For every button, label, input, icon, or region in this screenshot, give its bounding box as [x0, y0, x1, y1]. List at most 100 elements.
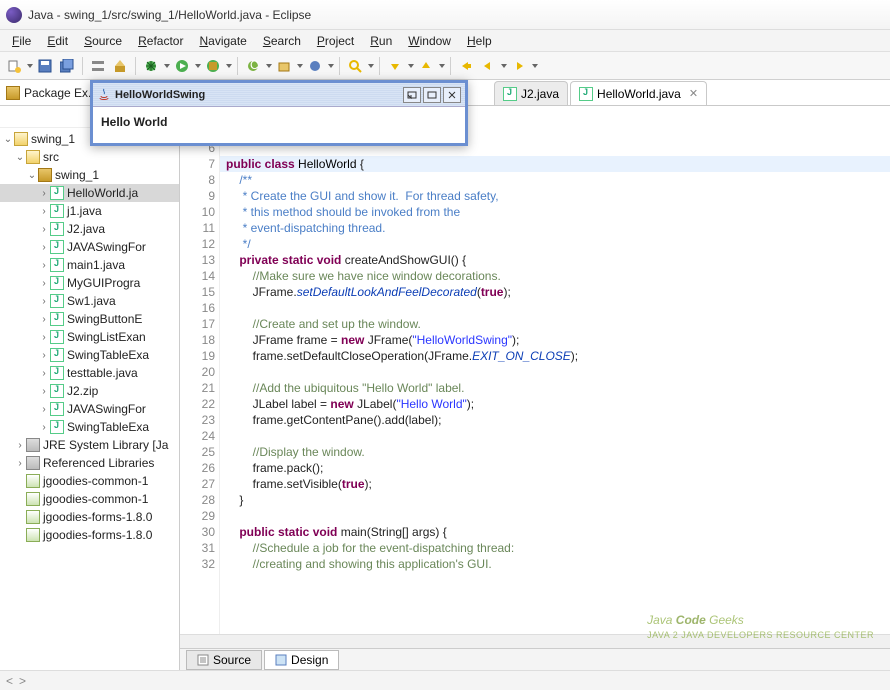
disclosure-icon[interactable]: ›: [38, 278, 50, 289]
search-dropdown[interactable]: [368, 64, 374, 68]
disclosure-icon[interactable]: ›: [38, 242, 50, 253]
next-ann-dropdown[interactable]: [408, 64, 414, 68]
save-button[interactable]: [35, 56, 55, 76]
forward-dropdown[interactable]: [532, 64, 538, 68]
horizontal-scrollbar[interactable]: [180, 634, 890, 648]
back-dropdown[interactable]: [501, 64, 507, 68]
tree-file[interactable]: ›MyGUIProgra: [0, 274, 179, 292]
project-tree[interactable]: ⌄swing_1⌄src⌄swing_1›HelloWorld.ja›j1.ja…: [0, 128, 179, 670]
toggle-breadcrumb-button[interactable]: [88, 56, 108, 76]
disclosure-icon[interactable]: ›: [38, 422, 50, 433]
tree-item-icon: [50, 222, 64, 236]
tree-file[interactable]: ›j1.java: [0, 202, 179, 220]
next-annotation-button[interactable]: [385, 56, 405, 76]
menu-edit[interactable]: Edit: [39, 32, 76, 50]
tree-item-icon: [50, 276, 64, 290]
tree-file[interactable]: ›HelloWorld.ja: [0, 184, 179, 202]
disclosure-icon[interactable]: ›: [14, 458, 26, 469]
disclosure-icon[interactable]: ›: [38, 332, 50, 343]
menu-navigate[interactable]: Navigate: [191, 32, 254, 50]
tree-package[interactable]: ⌄swing_1: [0, 166, 179, 184]
tree-file[interactable]: ›SwingListExan: [0, 328, 179, 346]
save-all-button[interactable]: [57, 56, 77, 76]
prev-annotation-button[interactable]: [416, 56, 436, 76]
new-package-dropdown[interactable]: [297, 64, 303, 68]
source-tab[interactable]: Source: [186, 650, 262, 670]
prev-page-icon[interactable]: <: [6, 674, 13, 688]
disclosure-icon[interactable]: ›: [38, 206, 50, 217]
disclosure-icon[interactable]: ›: [38, 386, 50, 397]
open-type-button[interactable]: [305, 56, 325, 76]
disclosure-icon[interactable]: ›: [38, 314, 50, 325]
editor-tab-j2[interactable]: J2.java: [494, 81, 568, 105]
menu-run[interactable]: Run: [362, 32, 400, 50]
menu-project[interactable]: Project: [309, 32, 362, 50]
last-edit-button[interactable]: [456, 56, 476, 76]
menu-refactor[interactable]: Refactor: [130, 32, 191, 50]
tree-jar[interactable]: jgoodies-common-1: [0, 490, 179, 508]
menu-help[interactable]: Help: [459, 32, 500, 50]
swing-titlebar[interactable]: HelloWorldSwing: [93, 83, 465, 107]
line-gutter[interactable]: 4567−8−910111213−14151617181920212223242…: [180, 106, 220, 634]
search-button[interactable]: [345, 56, 365, 76]
disclosure-icon[interactable]: ›: [38, 368, 50, 379]
tree-file[interactable]: ›Sw1.java: [0, 292, 179, 310]
coverage-dropdown[interactable]: [226, 64, 232, 68]
debug-button[interactable]: [141, 56, 161, 76]
tree-jar[interactable]: jgoodies-forms-1.8.0: [0, 508, 179, 526]
new-button[interactable]: [4, 56, 24, 76]
tree-file[interactable]: ›testtable.java: [0, 364, 179, 382]
new-class-dropdown[interactable]: [266, 64, 272, 68]
tree-item-label: SwingTableExa: [67, 348, 149, 362]
new-dropdown[interactable]: [27, 64, 33, 68]
disclosure-icon[interactable]: ⌄: [14, 152, 26, 163]
menu-file[interactable]: File: [4, 32, 39, 50]
code-editor[interactable]: import javax.swing.*; public class Hello…: [220, 106, 890, 634]
menu-window[interactable]: Window: [400, 32, 459, 50]
run-button[interactable]: [172, 56, 192, 76]
disclosure-icon[interactable]: ⌄: [2, 134, 14, 145]
tree-file[interactable]: › SwingTableExa: [0, 346, 179, 364]
close-button[interactable]: [443, 87, 461, 103]
tree-file[interactable]: ›SwingTableExa: [0, 418, 179, 436]
tree-src[interactable]: ⌄src: [0, 148, 179, 166]
coverage-button[interactable]: [203, 56, 223, 76]
disclosure-icon[interactable]: ›: [38, 296, 50, 307]
tree-file[interactable]: ›J2.zip: [0, 382, 179, 400]
forward-button[interactable]: [509, 56, 529, 76]
prev-ann-dropdown[interactable]: [439, 64, 445, 68]
tree-reflib[interactable]: ›Referenced Libraries: [0, 454, 179, 472]
disclosure-icon[interactable]: ›: [38, 350, 50, 361]
open-type-dropdown[interactable]: [328, 64, 334, 68]
swing-app-window[interactable]: HelloWorldSwing Hello World: [90, 80, 468, 146]
disclosure-icon[interactable]: ›: [38, 188, 50, 199]
menu-search[interactable]: Search: [255, 32, 309, 50]
menu-source[interactable]: Source: [76, 32, 130, 50]
disclosure-icon[interactable]: ›: [38, 260, 50, 271]
editor-tab-helloworld[interactable]: HelloWorld.java ✕: [570, 81, 707, 105]
new-package-button[interactable]: [274, 56, 294, 76]
debug-dropdown[interactable]: [164, 64, 170, 68]
design-tab[interactable]: Design: [264, 650, 339, 670]
disclosure-icon[interactable]: ›: [38, 224, 50, 235]
tree-file[interactable]: ›main1.java: [0, 256, 179, 274]
disclosure-icon[interactable]: ›: [38, 404, 50, 415]
run-dropdown[interactable]: [195, 64, 201, 68]
disclosure-icon[interactable]: ›: [14, 440, 26, 451]
disclosure-icon[interactable]: ⌄: [26, 170, 38, 181]
next-page-icon[interactable]: >: [19, 674, 26, 688]
new-class-button[interactable]: C: [243, 56, 263, 76]
tree-file[interactable]: ›SwingButtonE: [0, 310, 179, 328]
tree-jre[interactable]: ›JRE System Library [Ja: [0, 436, 179, 454]
back-button[interactable]: [478, 56, 498, 76]
tree-file[interactable]: ›JAVASwingFor: [0, 400, 179, 418]
tree-jar[interactable]: jgoodies-forms-1.8.0: [0, 526, 179, 544]
tree-file[interactable]: ›JAVASwingFor: [0, 238, 179, 256]
close-icon[interactable]: ✕: [689, 87, 698, 100]
pager[interactable]: < >: [6, 674, 26, 688]
build-button[interactable]: [110, 56, 130, 76]
tree-jar[interactable]: jgoodies-common-1: [0, 472, 179, 490]
tree-file[interactable]: ›J2.java: [0, 220, 179, 238]
minimize-button[interactable]: [403, 87, 421, 103]
maximize-button[interactable]: [423, 87, 441, 103]
